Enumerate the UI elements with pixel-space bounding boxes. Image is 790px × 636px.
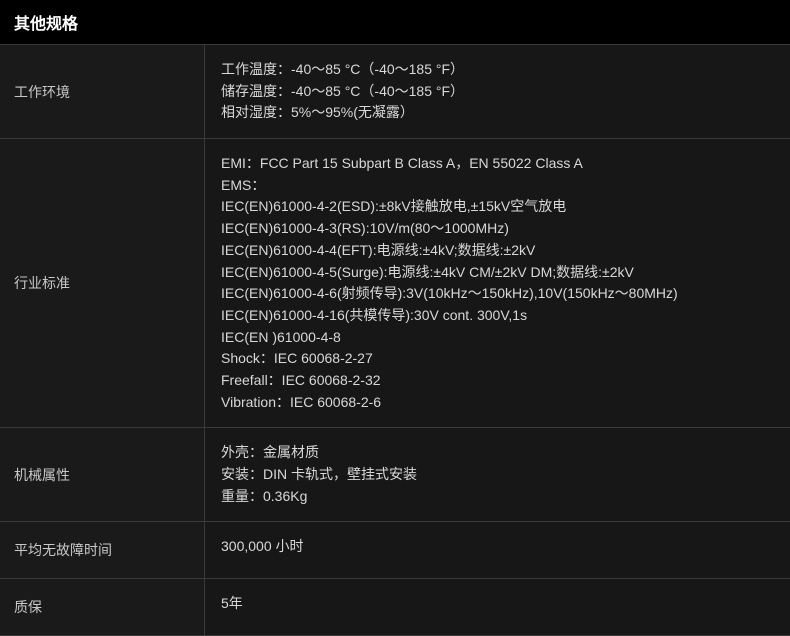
row-value-mtbf: 300,000 小时 — [205, 522, 790, 578]
value-line: IEC(EN)61000-4-5(Surge):电源线:±4kV CM/±2kV… — [221, 262, 774, 284]
value-line: EMI：FCC Part 15 Subpart B Class A，EN 550… — [221, 153, 774, 175]
value-line: IEC(EN)61000-4-16(共模传导):30V cont. 300V,1… — [221, 305, 774, 327]
spec-header: 其他规格 — [0, 0, 790, 45]
value-line: Vibration：IEC 60068-2-6 — [221, 392, 774, 414]
value-line: Freefall：IEC 60068-2-32 — [221, 370, 774, 392]
value-line: IEC(EN)61000-4-3(RS):10V/m(80～1000MHz) — [221, 218, 774, 240]
row-label-mechanical: 机械属性 — [0, 428, 205, 521]
value-line: 重量：0.36Kg — [221, 486, 774, 508]
value-line: EMS： — [221, 175, 774, 197]
value-line: 工作温度：-40～85 °C（-40～185 °F） — [221, 59, 774, 81]
value-line: 安装：DIN 卡轨式，壁挂式安装 — [221, 464, 774, 486]
value-line: Shock：IEC 60068-2-27 — [221, 348, 774, 370]
value-line: 5年 — [221, 593, 774, 615]
row-value-standards: EMI：FCC Part 15 Subpart B Class A，EN 550… — [205, 139, 790, 427]
row-label-environment: 工作环境 — [0, 45, 205, 138]
value-line: 储存温度：-40～85 °C（-40～185 °F） — [221, 81, 774, 103]
value-line: IEC(EN)61000-4-6(射频传导):3V(10kHz～150kHz),… — [221, 283, 774, 305]
value-line: IEC(EN )61000-4-8 — [221, 327, 774, 349]
value-line: 外壳：金属材质 — [221, 442, 774, 464]
row-value-environment: 工作温度：-40～85 °C（-40～185 °F） 储存温度：-40～85 °… — [205, 45, 790, 138]
table-row: 机械属性 外壳：金属材质 安装：DIN 卡轨式，壁挂式安装 重量：0.36Kg — [0, 428, 790, 522]
table-row: 行业标准 EMI：FCC Part 15 Subpart B Class A，E… — [0, 139, 790, 428]
row-value-warranty: 5年 — [205, 579, 790, 635]
table-row: 质保 5年 — [0, 579, 790, 636]
table-row: 平均无故障时间 300,000 小时 — [0, 522, 790, 579]
value-line: 相对湿度：5%～95%(无凝露） — [221, 102, 774, 124]
spec-table: 其他规格 工作环境 工作温度：-40～85 °C（-40～185 °F） 储存温… — [0, 0, 790, 636]
table-row: 工作环境 工作温度：-40～85 °C（-40～185 °F） 储存温度：-40… — [0, 45, 790, 139]
value-line: 300,000 小时 — [221, 536, 774, 558]
row-label-warranty: 质保 — [0, 579, 205, 635]
row-label-mtbf: 平均无故障时间 — [0, 522, 205, 578]
row-label-standards: 行业标准 — [0, 139, 205, 427]
value-line: IEC(EN)61000-4-4(EFT):电源线:±4kV;数据线:±2kV — [221, 240, 774, 262]
row-value-mechanical: 外壳：金属材质 安装：DIN 卡轨式，壁挂式安装 重量：0.36Kg — [205, 428, 790, 521]
value-line: IEC(EN)61000-4-2(ESD):±8kV接触放电,±15kV空气放电 — [221, 196, 774, 218]
